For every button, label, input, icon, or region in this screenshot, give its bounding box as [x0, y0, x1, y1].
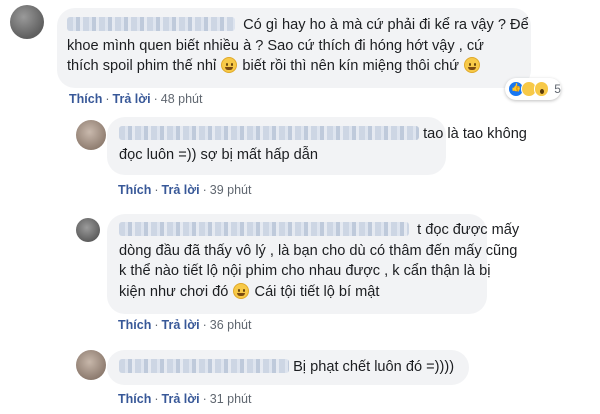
- comment-bubble: t đọc được mấy dòng đầu đã thấy vô lý , …: [107, 214, 519, 314]
- reply-link[interactable]: Trả lời: [113, 92, 151, 106]
- comment-text: Cái tội tiết lộ bí mật: [254, 283, 380, 300]
- timestamp[interactable]: 36 phút: [210, 318, 252, 332]
- separator-dot: ·: [105, 92, 110, 106]
- comment-text: khoe mình quen biết nhiều à ? Sao cứ thí…: [67, 37, 484, 54]
- separator-dot: ·: [154, 392, 159, 406]
- separator-dot: ·: [202, 183, 207, 197]
- comment-text: t đọc được mấy: [417, 222, 520, 238]
- comment-text: tao là tao không: [423, 126, 527, 142]
- comment-bubble: tao là tao không đọc luôn =)) sợ bị mất …: [107, 117, 527, 175]
- avatar[interactable]: [76, 350, 106, 380]
- comment-actions: Thích · Trả lời · 31 phút: [118, 392, 251, 406]
- comment-text: Có gì hay ho à mà cứ phải đi kể ra vậy ?…: [243, 17, 529, 33]
- blurred-author-name[interactable]: [119, 126, 419, 140]
- separator-dot: ·: [202, 318, 207, 332]
- reaction-summary[interactable]: 5: [505, 78, 561, 100]
- wow-reaction-icon: [533, 81, 550, 97]
- avatar[interactable]: [76, 218, 100, 242]
- comment-actions: Thích · Trả lời · 39 phút: [118, 183, 251, 197]
- comment-actions: Thích · Trả lời · 48 phút: [69, 92, 202, 106]
- separator-dot: ·: [153, 92, 158, 106]
- comment-text: Bị phạt chết luôn đó =)))): [293, 359, 455, 375]
- comment-actions: Thích · Trả lời · 36 phút: [118, 318, 251, 332]
- blurred-author-name[interactable]: [119, 359, 289, 373]
- comment-text: đọc luôn =)) sợ bị mất hấp dẫn: [119, 146, 318, 163]
- comment-text: dòng đầu đã thấy vô lý , là bạn cho dù c…: [119, 242, 518, 259]
- like-link[interactable]: Thích: [69, 92, 102, 106]
- comment-bubble: Bị phạt chết luôn đó =)))): [107, 350, 469, 385]
- separator-dot: ·: [154, 318, 159, 332]
- timestamp[interactable]: 48 phút: [161, 92, 203, 106]
- reply-link[interactable]: Trả lời: [162, 392, 200, 406]
- grinning-emoji-icon: [233, 282, 250, 299]
- like-link[interactable]: Thích: [118, 318, 151, 332]
- grinning-emoji-icon: [464, 57, 481, 73]
- avatar[interactable]: [10, 5, 44, 39]
- timestamp[interactable]: 31 phút: [210, 392, 252, 406]
- avatar[interactable]: [76, 120, 106, 150]
- timestamp[interactable]: 39 phút: [210, 183, 252, 197]
- comment-bubble: Có gì hay ho à mà cứ phải đi kể ra vậy ?…: [57, 8, 531, 88]
- like-link[interactable]: Thích: [118, 183, 151, 197]
- grinning-emoji-icon: [221, 57, 238, 73]
- comment-text: kiện như chơi đó: [119, 283, 229, 300]
- comment-text: thích spoil phim thế nhỉ: [67, 58, 217, 74]
- blurred-author-name[interactable]: [67, 17, 235, 31]
- reply-link[interactable]: Trả lời: [162, 183, 200, 197]
- blurred-author-name[interactable]: [119, 222, 409, 236]
- comment-text: biết rồi thì nên kín miệng thôi chứ: [242, 58, 460, 74]
- like-link[interactable]: Thích: [118, 392, 151, 406]
- reply-link[interactable]: Trả lời: [162, 318, 200, 332]
- separator-dot: ·: [202, 392, 207, 406]
- comment-text: k thể nào tiết lộ nội phim cho nhau được…: [119, 263, 491, 279]
- reaction-count: 5: [554, 82, 561, 96]
- separator-dot: ·: [154, 183, 159, 197]
